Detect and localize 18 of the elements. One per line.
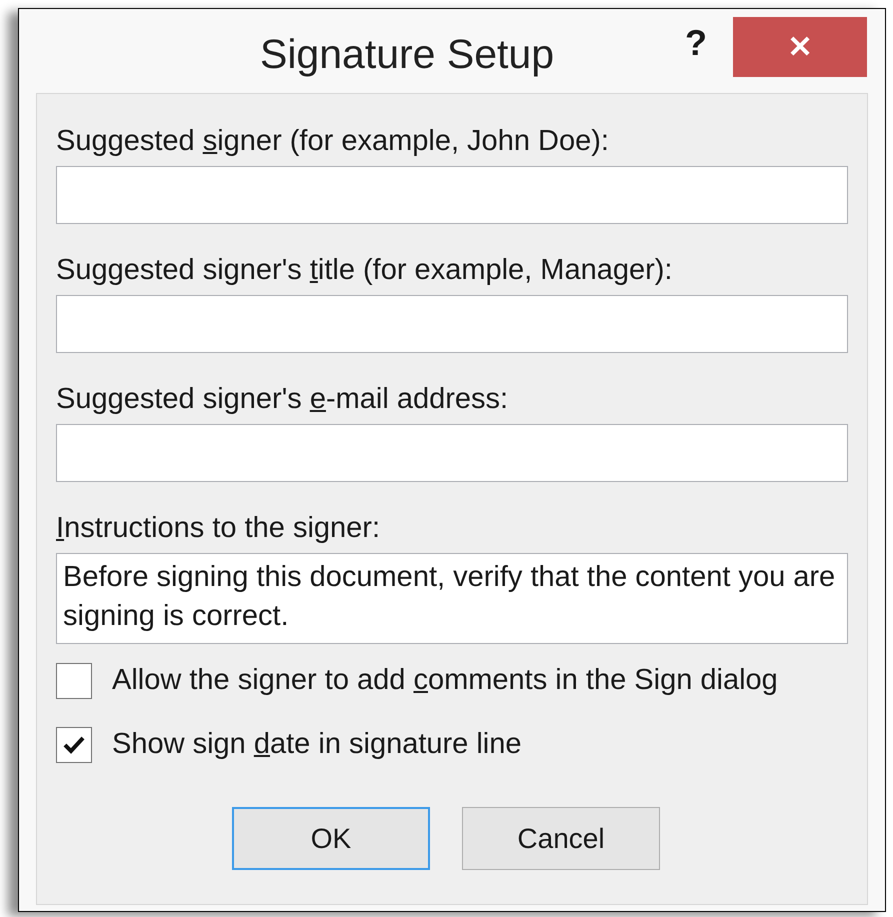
field-label: Suggested signer's e-mail address:	[56, 382, 508, 417]
field-label: Suggested signer (for example, John Doe):	[56, 124, 609, 159]
checkbox[interactable]	[56, 663, 92, 699]
instructions-field[interactable]: Before signing this document, verify that the content you are signing is correct.	[56, 553, 848, 644]
input-field[interactable]	[56, 166, 848, 224]
input-field[interactable]	[56, 424, 848, 482]
checkbox-label: Show sign date in signature line	[112, 727, 522, 762]
checkbox-label: Allow the signer to add comments in the Sign dialog	[112, 663, 778, 698]
field-label: Instructions to the signer:	[56, 511, 380, 546]
dialog-button[interactable]: OK	[232, 807, 430, 870]
dialog-button[interactable]: Cancel	[462, 807, 660, 870]
checkmark-icon	[63, 736, 85, 754]
input-field[interactable]	[56, 295, 848, 353]
window-title: Signature Setup	[260, 30, 554, 79]
help-button[interactable]: ?	[685, 23, 707, 63]
close-button[interactable]: ✕	[733, 17, 867, 77]
checkbox[interactable]	[56, 727, 92, 763]
field-label: Suggested signer's title (for example, Manager):	[56, 253, 672, 288]
